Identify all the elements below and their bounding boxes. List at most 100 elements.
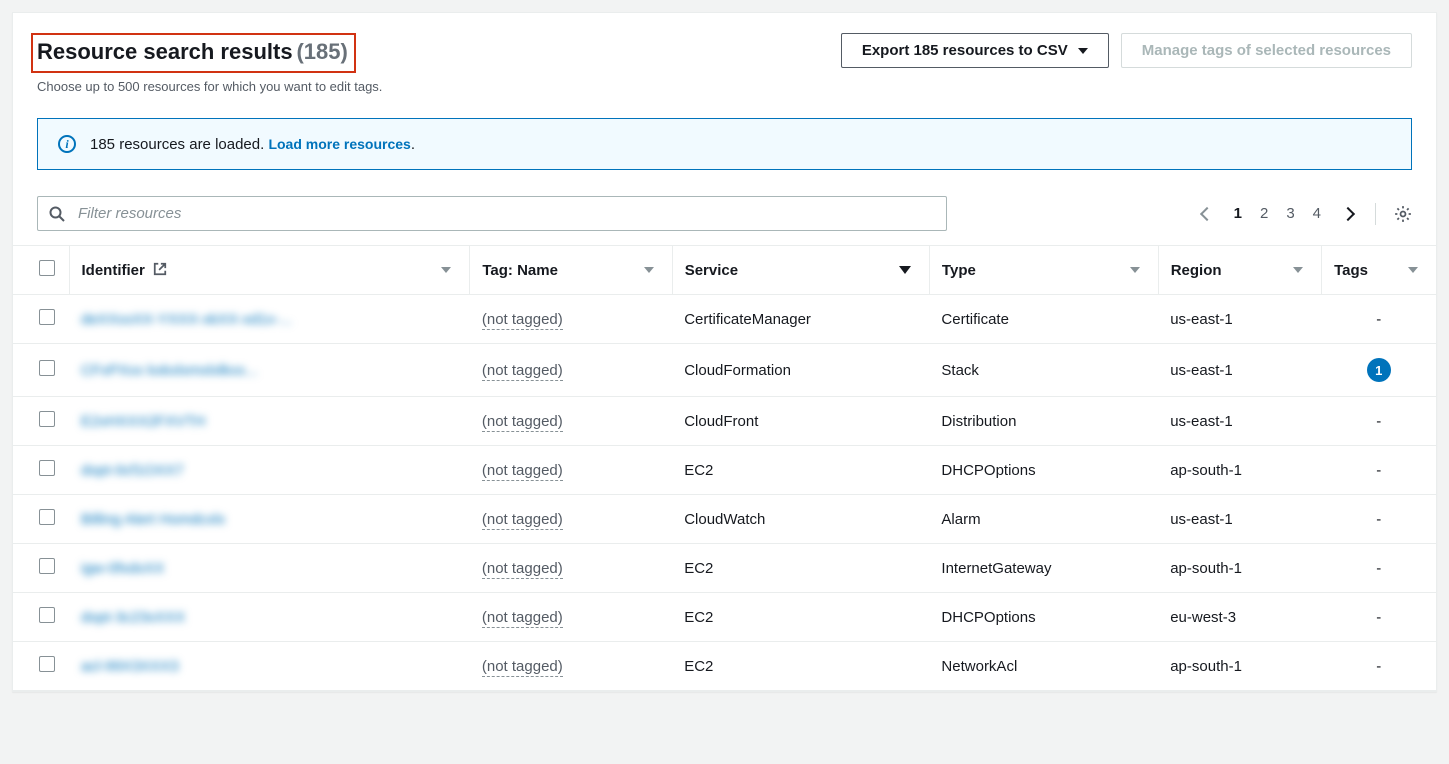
- type-value: InternetGateway: [929, 544, 1158, 593]
- tag-name-value: (not tagged): [482, 311, 563, 330]
- page-subtitle: Choose up to 500 resources for which you…: [37, 79, 382, 94]
- page-title: Resource search results: [37, 39, 293, 64]
- export-csv-button[interactable]: Export 185 resources to CSV: [841, 33, 1109, 68]
- row-checkbox[interactable]: [39, 558, 55, 574]
- col-region[interactable]: Region: [1158, 246, 1321, 295]
- tags-value: -: [1322, 544, 1436, 593]
- tag-name-value: (not tagged): [482, 560, 563, 579]
- tag-name-value: (not tagged): [482, 658, 563, 677]
- identifier-link[interactable]: Billing Alert Homdcxlx: [81, 511, 225, 528]
- info-suffix: .: [411, 136, 415, 153]
- tags-value: -: [1322, 593, 1436, 642]
- manage-tags-label: Manage tags of selected resources: [1142, 42, 1391, 59]
- row-checkbox[interactable]: [39, 309, 55, 325]
- info-banner: i 185 resources are loaded. Load more re…: [37, 118, 1412, 170]
- page-prev-button[interactable]: [1198, 205, 1216, 223]
- col-type[interactable]: Type: [929, 246, 1158, 295]
- row-checkbox[interactable]: [39, 460, 55, 476]
- sort-icon: [1130, 267, 1140, 273]
- page-4[interactable]: 4: [1313, 205, 1321, 222]
- col-service[interactable]: Service: [672, 246, 929, 295]
- row-checkbox[interactable]: [39, 509, 55, 525]
- select-all-checkbox[interactable]: [39, 260, 55, 276]
- table-row: dopt-3c23xXXX (not tagged) EC2DHCPOptionse…: [13, 593, 1436, 642]
- sort-icon: [1293, 267, 1303, 273]
- tags-value: 1: [1322, 344, 1436, 397]
- service-value: EC2: [672, 593, 929, 642]
- identifier-link[interactable]: E2xHXXX2FXVTH: [81, 413, 205, 430]
- resources-table: Identifier Tag: Name Service Typ: [13, 245, 1436, 691]
- type-value: NetworkAcl: [929, 642, 1158, 691]
- header-actions: Export 185 resources to CSV Manage tags …: [841, 33, 1412, 68]
- settings-button[interactable]: [1394, 205, 1412, 223]
- col-identifier[interactable]: Identifier: [69, 246, 470, 295]
- type-value: Stack: [929, 344, 1158, 397]
- region-value: us-east-1: [1158, 344, 1321, 397]
- tags-value: -: [1322, 295, 1436, 344]
- search-icon: [49, 206, 65, 222]
- resource-results-panel: Resource search results (185) Choose up …: [12, 12, 1437, 692]
- col-tag-name[interactable]: Tag: Name: [470, 246, 672, 295]
- region-value: ap-south-1: [1158, 642, 1321, 691]
- service-value: EC2: [672, 642, 929, 691]
- tag-name-value: (not tagged): [482, 462, 563, 481]
- info-message: 185 resources are loaded. Load more reso…: [90, 136, 415, 153]
- tag-count-badge: 1: [1367, 358, 1391, 382]
- identifier-link[interactable]: igw-0fxdxXX: [81, 560, 164, 577]
- result-count: (185): [296, 39, 347, 64]
- sort-icon: [1408, 267, 1418, 273]
- identifier-link[interactable]: deXXxxXX-YXXX-xkXX-xd1x-...: [81, 311, 292, 328]
- page-3[interactable]: 3: [1286, 205, 1294, 222]
- page-1[interactable]: 1: [1234, 205, 1242, 222]
- page-next-button[interactable]: [1339, 205, 1357, 223]
- page-2[interactable]: 2: [1260, 205, 1268, 222]
- service-value: CloudFormation: [672, 344, 929, 397]
- region-value: ap-south-1: [1158, 544, 1321, 593]
- export-csv-label: Export 185 resources to CSV: [862, 42, 1068, 59]
- title-highlight: Resource search results (185): [31, 33, 356, 73]
- service-value: EC2: [672, 446, 929, 495]
- manage-tags-button: Manage tags of selected resources: [1121, 33, 1412, 68]
- col-tags[interactable]: Tags: [1322, 246, 1436, 295]
- type-value: Alarm: [929, 495, 1158, 544]
- identifier-link[interactable]: dopt-3c23xXXX: [81, 609, 185, 626]
- service-value: CloudWatch: [672, 495, 929, 544]
- service-value: EC2: [672, 544, 929, 593]
- tag-name-value: (not tagged): [482, 362, 563, 381]
- tags-value: -: [1322, 397, 1436, 446]
- info-icon: i: [58, 135, 76, 153]
- sort-icon: [644, 267, 654, 273]
- tag-name-value: (not tagged): [482, 609, 563, 628]
- identifier-link[interactable]: dopt-0cf1OXX7: [81, 462, 184, 479]
- type-value: Certificate: [929, 295, 1158, 344]
- search-wrap: [37, 196, 947, 231]
- info-text: 185 resources are loaded.: [90, 136, 268, 153]
- filter-resources-input[interactable]: [37, 196, 947, 231]
- tags-value: -: [1322, 446, 1436, 495]
- region-value: ap-south-1: [1158, 446, 1321, 495]
- row-checkbox[interactable]: [39, 607, 55, 623]
- table-row: igw-0fxdxXX (not tagged) EC2InternetGatewa…: [13, 544, 1436, 593]
- row-checkbox[interactable]: [39, 411, 55, 427]
- identifier-link[interactable]: CFxPXxx kxkxlxmxlxlkxx...: [81, 362, 258, 379]
- pagination: 1 2 3 4: [1198, 203, 1412, 225]
- table-row: CFxPXxx kxkxlxmxlxlkxx... (not tagged) Clo…: [13, 344, 1436, 397]
- row-checkbox[interactable]: [39, 656, 55, 672]
- region-value: eu-west-3: [1158, 593, 1321, 642]
- table-row: Billing Alert Homdcxlx (not tagged) CloudW…: [13, 495, 1436, 544]
- separator: [1375, 203, 1376, 225]
- tag-name-value: (not tagged): [482, 413, 563, 432]
- external-link-icon: [153, 262, 167, 276]
- table-row: dopt-0cf1OXX7 (not tagged) EC2DHCPOptionsa…: [13, 446, 1436, 495]
- load-more-link[interactable]: Load more resources: [268, 136, 410, 152]
- sort-icon: [441, 267, 451, 273]
- tags-value: -: [1322, 495, 1436, 544]
- table-row: E2xHXXX2FXVTH(not tagged)CloudFrontDistr…: [13, 397, 1436, 446]
- row-checkbox[interactable]: [39, 360, 55, 376]
- identifier-link[interactable]: acl-99X3XXX3: [81, 658, 179, 675]
- type-value: DHCPOptions: [929, 446, 1158, 495]
- tag-name-value: (not tagged): [482, 511, 563, 530]
- table-row: deXXxxXX-YXXX-xkXX-xd1x-... (not tagged) C…: [13, 295, 1436, 344]
- type-value: DHCPOptions: [929, 593, 1158, 642]
- table-row: acl-99X3XXX3 (not tagged) EC2NetworkAclap-…: [13, 642, 1436, 691]
